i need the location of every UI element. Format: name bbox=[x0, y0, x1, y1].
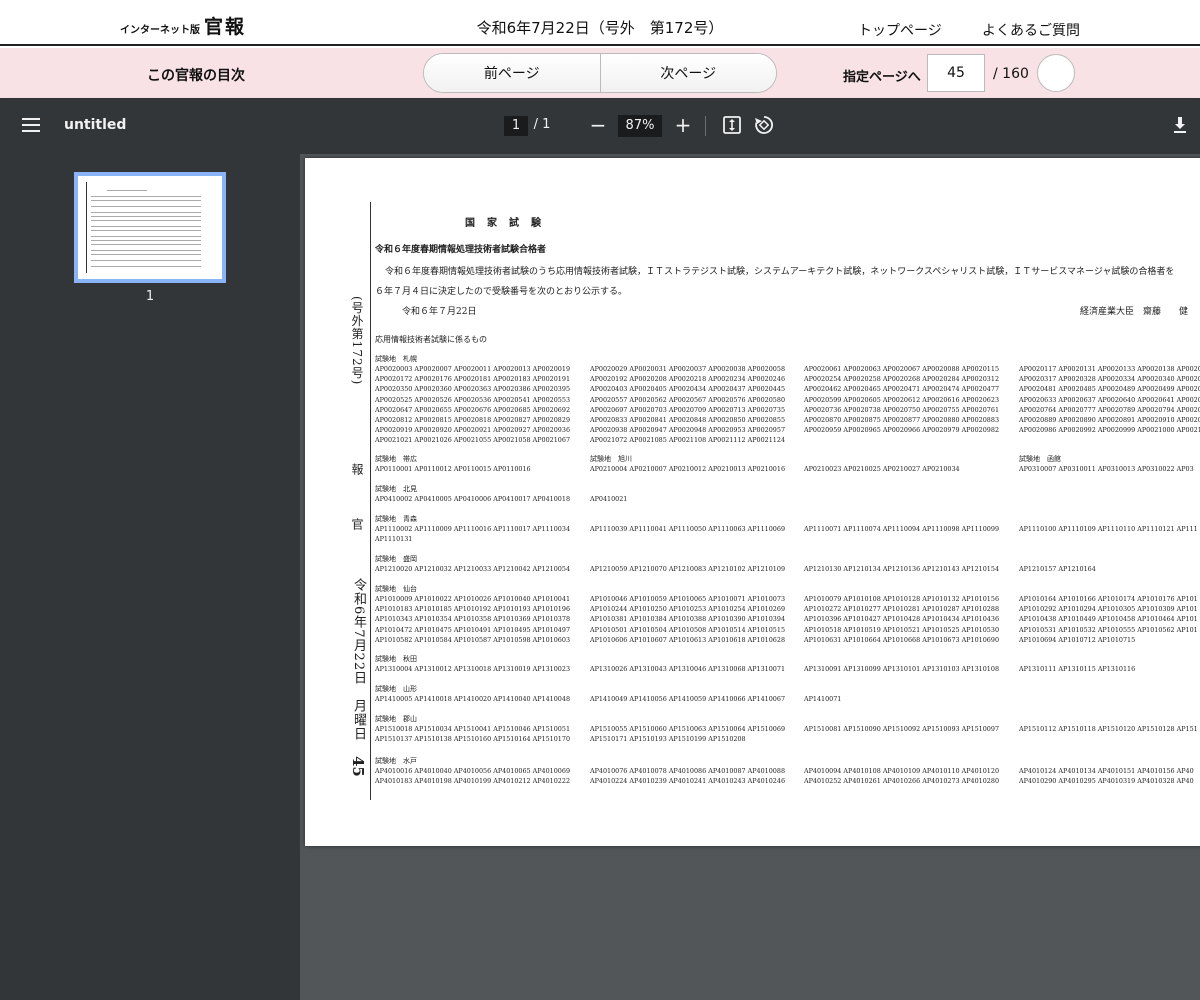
thumbnail-sidebar: 1 bbox=[0, 154, 300, 1000]
exam-number-column: AP1010009 AP1010022 AP1010026 AP1010040 … bbox=[375, 595, 571, 644]
vertical-date-label: 令和6年7月22日 月曜日 bbox=[351, 578, 366, 742]
zoom-level-input[interactable]: 87% bbox=[618, 115, 662, 137]
exam-site-title: 試験地 函館 bbox=[1019, 455, 1061, 463]
exam-number-column: AP1410049 AP1410056 AP1410059 AP1410066 … bbox=[590, 695, 786, 703]
vertical-page-number: 45 bbox=[349, 756, 367, 777]
nav-top-page-link[interactable]: トップページ bbox=[858, 20, 942, 40]
exam-number-column: AP1210157 AP1210164 bbox=[1019, 565, 1096, 573]
exam-number-column: AP1510055 AP1510060 AP1510063 AP1510064 … bbox=[590, 725, 786, 744]
pdf-viewer-toolbar: untitled 1 / 1 − 87% + bbox=[0, 98, 1200, 154]
exam-number-column: AP0020061 AP0020063 AP0020067 AP0020088 … bbox=[804, 365, 1000, 435]
logo-small-text: インターネット版 bbox=[120, 25, 200, 36]
exam-number-column: AP4010094 AP4010108 AP4010109 AP4010110 … bbox=[804, 767, 1000, 786]
exam-number-column: AP0410021 bbox=[590, 495, 628, 503]
doc-body-line-1: 令和６年度春期情報処理技術者試験のうち応用情報技術者試験，ＩＴストラテジスト試験… bbox=[385, 267, 1175, 277]
exam-number-column: AP1310026 AP1310043 AP1310046 AP1310068 … bbox=[590, 665, 786, 673]
kanpo-logo[interactable]: インターネット版 官報 bbox=[120, 12, 247, 38]
fit-to-page-icon[interactable] bbox=[722, 115, 742, 139]
doc-date: 令和６年７月22日 bbox=[402, 307, 477, 317]
table-of-contents-link[interactable]: この官報の目次 bbox=[147, 65, 245, 85]
doc-section-title: 応用情報技術者試験に係るもの bbox=[375, 335, 487, 344]
exam-number-column: AP4010016 AP4010040 AP4010056 AP4010065 … bbox=[375, 767, 571, 786]
exam-number-column: AP1110002 AP1110009 AP1110016 AP1110017 … bbox=[375, 525, 571, 544]
exam-number-column: AP0410002 AP0410005 AP0410006 AP0410017 … bbox=[375, 495, 571, 503]
exam-number-column: AP0110001 AP0110012 AP0110015 AP0110016 bbox=[375, 465, 531, 473]
exam-number-column: AP0310007 AP0310011 AP0310013 AP0310022 … bbox=[1019, 465, 1194, 473]
doc-signature: 経済産業大臣 齋藤 健 bbox=[1080, 307, 1189, 317]
vertical-ho-label: 報 bbox=[350, 463, 364, 475]
exam-site-title: 試験地 郡山 bbox=[375, 715, 417, 723]
exam-number-column: AP1210020 AP1210032 AP1210033 AP1210042 … bbox=[375, 565, 571, 573]
exam-site-title: 試験地 札幌 bbox=[375, 355, 417, 363]
exam-number-column: AP1210130 AP1210134 AP1210136 AP1210143 … bbox=[804, 565, 1000, 573]
page-total: / 1 bbox=[533, 117, 551, 132]
exam-site-title: 試験地 旭川 bbox=[590, 455, 632, 463]
logo-main-text: 官報 bbox=[204, 16, 247, 38]
goto-page-label: 指定ページへ bbox=[843, 70, 921, 85]
doc-subject: 令和６年度春期情報処理技術者試験合格者 bbox=[375, 245, 547, 255]
exam-site-title: 試験地 山形 bbox=[375, 685, 417, 693]
page-number-input[interactable]: 1 bbox=[504, 116, 528, 136]
exam-number-column: AP0020003 AP0020007 AP0020011 AP0020013 … bbox=[375, 365, 571, 445]
exam-number-column: AP1110039 AP1110041 AP1110050 AP1110063 … bbox=[590, 525, 786, 533]
exam-number-column: AP1210059 AP1210070 AP1210083 AP1210102 … bbox=[590, 565, 786, 573]
exam-number-column: AP1110071 AP1110074 AP1110094 AP1110098 … bbox=[804, 525, 1000, 533]
kanpo-navigation-bar: この官報の目次 前ページ 次ページ 指定ページへ / 160 bbox=[0, 48, 1200, 98]
vertical-rule bbox=[370, 202, 371, 800]
zoom-out-button[interactable]: − bbox=[588, 112, 608, 138]
nav-faq-link[interactable]: よくあるご質問 bbox=[982, 20, 1080, 40]
exam-number-column: AP1510112 AP1510118 AP1510120 AP1510128 … bbox=[1019, 725, 1198, 733]
exam-site-title: 試験地 帯広 bbox=[375, 455, 417, 463]
exam-number-column: AP1010046 AP1010059 AP1010065 AP1010071 … bbox=[590, 595, 786, 644]
exam-number-column: AP1010079 AP1010108 AP1010128 AP1010132 … bbox=[804, 595, 1000, 644]
exam-number-column: AP1510081 AP1510090 AP1510092 AP1510093 … bbox=[804, 725, 1000, 733]
exam-number-column: AP1310091 AP1310099 AP1310101 AP1310103 … bbox=[804, 665, 1000, 673]
exam-site-title: 試験地 水戸 bbox=[375, 757, 417, 765]
vertical-issue-label: (号外第172号) bbox=[350, 296, 364, 386]
exam-number-column: AP1310111 AP1310115 AP1310116 bbox=[1019, 665, 1136, 673]
document-canvas[interactable]: (号外第172号) 報 官 令和6年7月22日 月曜日 45 国家試験 令和６年… bbox=[300, 154, 1200, 1000]
document-title: untitled bbox=[64, 117, 127, 133]
thumbnail-page-number: 1 bbox=[145, 289, 155, 304]
toolbar-divider bbox=[705, 116, 706, 136]
download-icon[interactable] bbox=[1170, 114, 1190, 140]
thumbnail-page-preview bbox=[86, 182, 214, 273]
exam-number-column: AP1010164 AP1010166 AP1010174 AP1010176 … bbox=[1019, 595, 1198, 644]
goto-page-input[interactable] bbox=[927, 54, 985, 92]
exam-number-column: AP0020029 AP0020031 AP0020037 AP0020038 … bbox=[590, 365, 786, 445]
exam-number-column: AP1110100 AP1110109 AP1110110 AP1110121 … bbox=[1019, 525, 1198, 533]
prev-page-button[interactable]: 前ページ bbox=[424, 54, 600, 92]
page-thumbnail[interactable] bbox=[74, 172, 226, 283]
exam-number-column: AP1410005 AP1410018 AP1410020 AP1410040 … bbox=[375, 695, 571, 703]
exam-number-column: AP0210023 AP0210025 AP0210027 AP0210034 bbox=[804, 465, 960, 473]
exam-site-title: 試験地 北見 bbox=[375, 485, 417, 493]
vertical-kan-label: 官 bbox=[350, 518, 364, 530]
exam-number-column: AP4010076 AP4010078 AP4010086 AP4010087 … bbox=[590, 767, 786, 786]
exam-site-title: 試験地 秋田 bbox=[375, 655, 417, 663]
zoom-in-button[interactable]: + bbox=[673, 112, 693, 138]
exam-number-column: AP1310004 AP1310012 AP1310018 AP1310019 … bbox=[375, 665, 571, 673]
exam-number-column: AP1510018 AP1510034 AP1510041 AP1510046 … bbox=[375, 725, 571, 744]
exam-number-column: AP0020117 AP0020131 AP0020133 AP0020138 … bbox=[1019, 365, 1200, 435]
site-header: インターネット版 官報 令和6年7月22日（号外 第172号） トップページ よ… bbox=[0, 0, 1200, 46]
rotate-icon[interactable] bbox=[753, 114, 775, 140]
exam-number-column: AP4010124 AP4010134 AP4010151 AP4010156 … bbox=[1019, 767, 1194, 786]
page-pager: 前ページ 次ページ bbox=[423, 53, 777, 93]
goto-page-button[interactable] bbox=[1037, 54, 1075, 92]
exam-site-title: 試験地 青森 bbox=[375, 515, 417, 523]
next-page-button[interactable]: 次ページ bbox=[599, 54, 776, 92]
doc-body-line-2: ６年７月４日に決定したので受験番号を次のとおり公示する。 bbox=[375, 287, 628, 297]
total-pages: / 160 bbox=[993, 66, 1029, 82]
document-page: (号外第172号) 報 官 令和6年7月22日 月曜日 45 国家試験 令和６年… bbox=[305, 158, 1200, 846]
menu-icon[interactable] bbox=[22, 117, 40, 133]
exam-number-column: AP1410071 bbox=[804, 695, 842, 703]
doc-heading: 国家試験 bbox=[465, 218, 553, 229]
exam-site-title: 試験地 盛岡 bbox=[375, 555, 417, 563]
exam-site-title: 試験地 仙台 bbox=[375, 585, 417, 593]
exam-number-column: AP0210004 AP0210007 AP0210012 AP0210013 … bbox=[590, 465, 786, 473]
